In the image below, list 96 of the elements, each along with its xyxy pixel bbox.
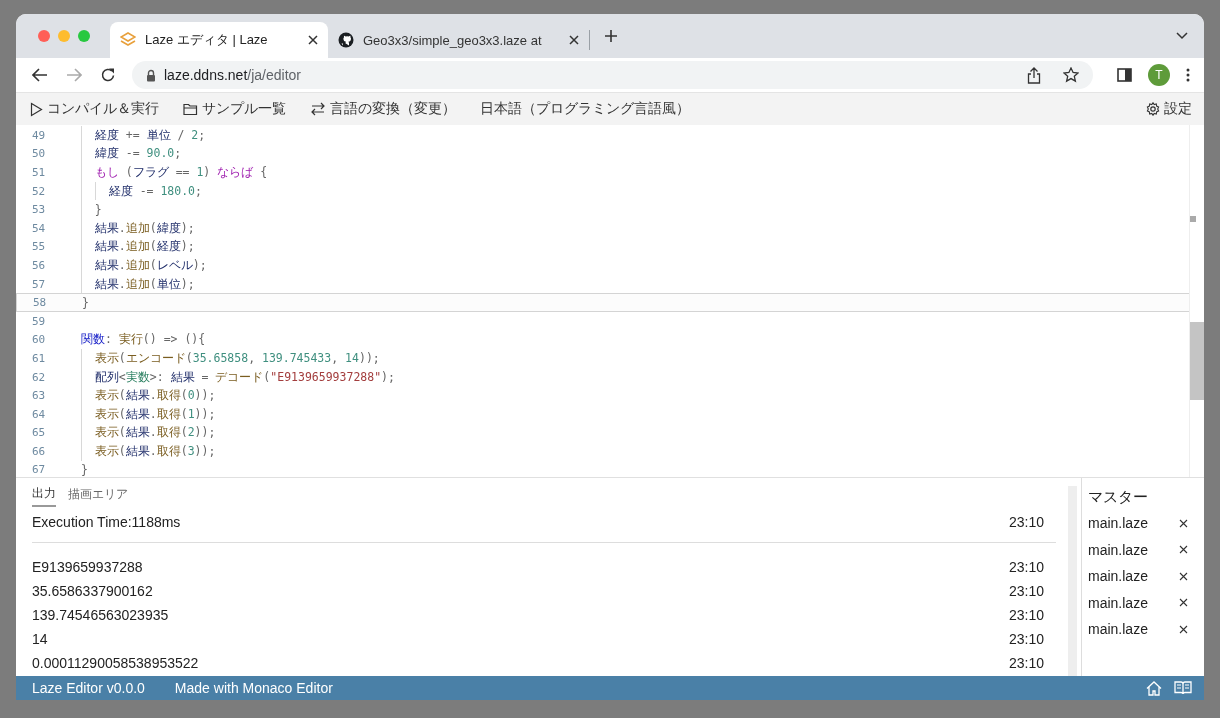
- back-icon[interactable]: [32, 68, 48, 82]
- timestamp: 23:10: [1008, 631, 1044, 647]
- output-text: Execution Time:1188ms: [32, 514, 182, 530]
- swap-arrows-icon: [310, 102, 326, 116]
- code-line: }: [82, 295, 89, 310]
- browser-tab[interactable]: Laze エディタ | Laze: [110, 22, 328, 58]
- file-tab[interactable]: main.laze: [1088, 568, 1148, 585]
- output-text: 139.74546563023935: [32, 607, 170, 623]
- new-tab-button[interactable]: [604, 29, 618, 43]
- cat-logo-icon: [338, 32, 354, 48]
- code-line: 緯度 -= 90.0;: [93, 146, 182, 162]
- line-number: 62: [31, 370, 47, 384]
- close-icon[interactable]: [1179, 518, 1188, 528]
- close-icon[interactable]: [1179, 598, 1188, 608]
- address-bar[interactable]: laze.ddns.net/ja/editor: [132, 61, 1093, 89]
- line-number: 67: [31, 463, 47, 477]
- timestamp: 23:10: [1008, 559, 1044, 575]
- line-number: 59: [31, 314, 47, 328]
- line-number: 49: [31, 128, 47, 142]
- editor-scrollbar[interactable]: [1189, 125, 1204, 477]
- line-number: 63: [31, 389, 47, 403]
- code-line: 表示(結果.取得(0));: [93, 388, 216, 404]
- menu-item[interactable]: 言語の変換（変更）: [310, 100, 456, 118]
- line-number: 51: [31, 166, 47, 179]
- branch-header: マスター: [1088, 487, 1149, 507]
- output-text: E9139659937288: [32, 559, 144, 575]
- output-tab[interactable]: 描画エリア: [68, 482, 128, 506]
- layers-icon: [120, 32, 136, 48]
- book-icon[interactable]: [1174, 681, 1192, 695]
- line-number: 65: [31, 426, 47, 440]
- file-tab[interactable]: main.laze: [1088, 621, 1148, 638]
- output-text: 14: [32, 631, 49, 647]
- close-icon[interactable]: [308, 35, 318, 45]
- close-icon[interactable]: [1179, 624, 1188, 634]
- menu-item[interactable]: サンプル一覧: [183, 100, 286, 118]
- share-icon[interactable]: [1027, 66, 1041, 84]
- code-line: 表示(結果.取得(1));: [93, 406, 216, 422]
- tab-list-icon[interactable]: [1176, 32, 1188, 40]
- line-number: 64: [31, 407, 47, 421]
- play-icon: [30, 101, 43, 117]
- code-line: 表示(エンコード(35.65858, 139.745433, 14));: [93, 350, 380, 366]
- code-line: 配列<実数>: 結果 = デコード("E9139659937288");: [93, 369, 395, 385]
- code-line: 経度 += 単位 / 2;: [93, 127, 206, 143]
- side-panel-icon[interactable]: [1117, 68, 1132, 82]
- lock-icon: [146, 68, 156, 82]
- close-icon[interactable]: [569, 35, 579, 45]
- line-number: 66: [31, 444, 47, 458]
- scrollbar-thumb[interactable]: [1190, 322, 1204, 400]
- output-scrollbar[interactable]: [1068, 486, 1077, 676]
- line-number: 53: [31, 203, 47, 217]
- star-icon[interactable]: [1063, 67, 1079, 83]
- line-number: 55: [31, 240, 47, 254]
- status-text: Made with Monaco Editor: [174, 680, 333, 696]
- line-number: 60: [31, 333, 47, 347]
- home-icon[interactable]: [1146, 680, 1162, 696]
- code-line: 結果.追加(緯度);: [93, 220, 195, 236]
- settings-menu-item[interactable]: 設定: [1146, 100, 1192, 118]
- status-text: Laze Editor v0.0.0: [32, 680, 145, 696]
- folder-icon: [183, 102, 198, 116]
- file-tab[interactable]: main.laze: [1088, 515, 1148, 532]
- code-line: 結果.追加(レベル);: [93, 257, 207, 273]
- file-tab[interactable]: main.laze: [1088, 541, 1148, 558]
- line-number: 54: [31, 221, 47, 235]
- output-text: 0.00011290058538953522: [32, 655, 200, 671]
- settings-icon: [1146, 102, 1160, 116]
- code-line: 表示(結果.取得(3));: [93, 443, 216, 459]
- output-text: 35.6586337900162: [32, 583, 154, 599]
- browser-tab[interactable]: Geo3x3/simple_geo3x3.laze at: [328, 30, 590, 50]
- code-line: 結果.追加(単位);: [93, 276, 195, 292]
- line-number: 52: [31, 184, 47, 198]
- menu-item[interactable]: コンパイル＆実行: [30, 100, 159, 118]
- line-number: 50: [31, 147, 47, 161]
- code-line: }: [93, 202, 102, 217]
- line-number: 61: [31, 351, 47, 365]
- line-number: 57: [31, 277, 47, 291]
- code-line: もし (フラグ == 1) ならば {: [93, 165, 268, 180]
- close-icon[interactable]: [1179, 571, 1188, 581]
- menu-item[interactable]: 日本語（プログラミング言語風）: [480, 100, 690, 118]
- code-line: 結果.追加(経度);: [93, 239, 195, 255]
- code-line: 表示(結果.取得(2));: [93, 425, 216, 441]
- code-line: 経度 -= 180.0;: [107, 183, 202, 199]
- output-tab[interactable]: 出力: [32, 481, 56, 507]
- timestamp: 23:10: [1008, 655, 1044, 671]
- line-number: 56: [31, 258, 47, 272]
- timestamp: 23:10: [1008, 607, 1044, 623]
- url-text: laze.ddns.net/ja/editor: [164, 67, 301, 83]
- line-number: 58: [32, 296, 48, 310]
- overview-ruler-marker: [1190, 216, 1196, 222]
- more-menu-icon[interactable]: [1186, 68, 1190, 82]
- close-icon[interactable]: [1179, 545, 1188, 555]
- code-line: }: [81, 463, 88, 477]
- file-tab[interactable]: main.laze: [1088, 594, 1148, 611]
- timestamp: 23:10: [1008, 583, 1044, 599]
- timestamp: 23:10: [1008, 514, 1044, 530]
- code-line: 関数: 実行() => (){: [81, 332, 206, 348]
- reload-icon[interactable]: [100, 67, 116, 83]
